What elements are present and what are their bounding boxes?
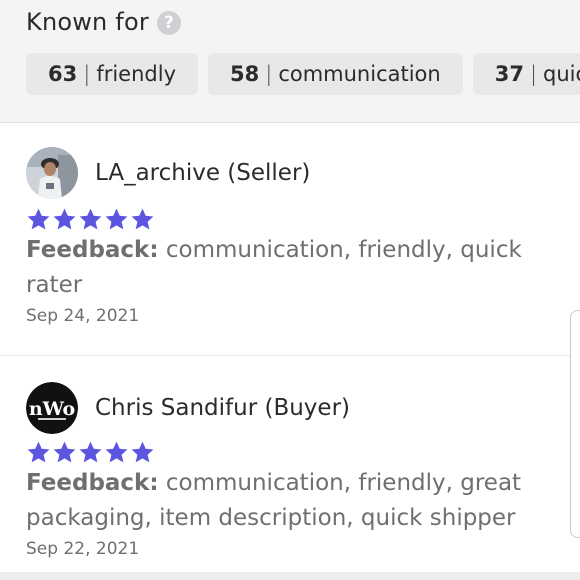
tag-count: 63: [48, 62, 78, 86]
known-for-tags: 63 | friendly 58 | communication 37 | qu…: [26, 53, 580, 95]
star-icon: [53, 441, 76, 463]
review-date: Sep 24, 2021: [26, 306, 140, 326]
review-item: LA_archive (Seller) Feedback: communicat…: [0, 123, 580, 356]
tag-count: 37: [494, 62, 524, 86]
star-icon: [27, 208, 50, 230]
star-rating: [26, 440, 155, 465]
star-icon: [131, 441, 154, 463]
tag-count: 58: [230, 62, 260, 86]
tag-separator: |: [529, 62, 538, 86]
star-icon: [105, 441, 128, 463]
scrollbar[interactable]: [570, 310, 580, 538]
known-for-title: Known for: [26, 8, 149, 36]
star-icon: [79, 441, 102, 463]
reviewer-name[interactable]: Chris Sandifur (Buyer): [95, 395, 350, 421]
tag-label: friendly: [96, 62, 176, 86]
known-for-header: Known for ?: [26, 8, 181, 36]
feedback-label: Feedback:: [26, 470, 159, 496]
star-icon: [131, 208, 154, 230]
star-icon: [79, 208, 102, 230]
star-icon: [27, 441, 50, 463]
star-icon: [105, 208, 128, 230]
reviewer-name[interactable]: LA_archive (Seller): [95, 160, 310, 186]
feedback-text: Feedback: communication, friendly, quick…: [26, 233, 536, 303]
tag-separator: |: [265, 62, 273, 86]
known-for-section: Known for ? 63 | friendly 58 | communica…: [0, 0, 580, 123]
feedback-label: Feedback:: [26, 237, 159, 263]
nwo-logo-avatar[interactable]: nWo: [26, 382, 78, 434]
review-date: Sep 22, 2021: [26, 539, 140, 559]
review-item: nWo Chris Sandifur (Buyer) Feedback: com…: [0, 356, 580, 580]
question-circle-icon[interactable]: ?: [156, 11, 181, 35]
bottom-divider: [0, 572, 580, 580]
tag-separator: |: [83, 62, 91, 86]
tag-communication[interactable]: 58 | communication: [208, 53, 463, 95]
feedback-text: Feedback: communication, friendly, great…: [26, 466, 536, 536]
reviewer-row: LA_archive (Seller): [26, 147, 310, 199]
nwo-logo-text: nWo: [29, 398, 75, 420]
tag-quick[interactable]: 37 | quick: [472, 53, 580, 95]
tag-label: communication: [278, 62, 441, 86]
star-rating: [26, 207, 155, 232]
tag-label: quick: [543, 62, 580, 86]
tag-friendly[interactable]: 63 | friendly: [26, 53, 198, 95]
star-icon: [53, 208, 76, 230]
user-photo-avatar[interactable]: [26, 147, 78, 199]
reviewer-row: nWo Chris Sandifur (Buyer): [26, 382, 350, 434]
